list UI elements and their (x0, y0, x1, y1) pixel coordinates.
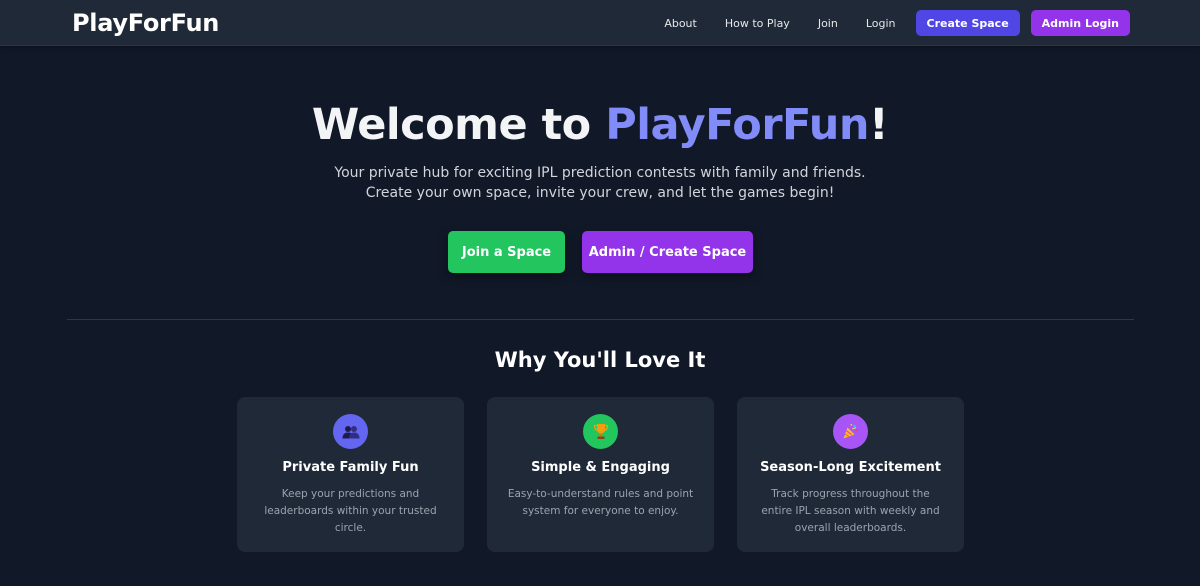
people-icon (333, 414, 368, 449)
feature-card-description: Keep your predictions and leaderboards w… (264, 488, 437, 534)
feature-card-description: Track progress throughout the entire IPL… (761, 488, 940, 534)
hero-title: Welcome to PlayForFun! (0, 100, 1200, 150)
hero-title-prefix: Welcome to (311, 100, 606, 150)
nav-link-how-to-play[interactable]: How to Play (725, 17, 790, 30)
feature-card-title: Season-Long Excitement (760, 460, 941, 475)
hero-subtitle-line-1: Your private hub for exciting IPL predic… (334, 165, 866, 181)
nav-link-about[interactable]: About (664, 17, 697, 30)
hero-title-accent: PlayForFun (605, 100, 870, 150)
feature-card-simple-engaging: Simple & Engaging Easy-to-understand rul… (487, 397, 714, 552)
hero-title-suffix: ! (869, 100, 889, 150)
hero-subtitle-line-2: Create your own space, invite your crew,… (365, 185, 835, 201)
admin-create-space-button[interactable]: Admin / Create Space (582, 231, 753, 273)
site-logo[interactable]: PlayForFun (72, 9, 219, 37)
feature-card-title: Private Family Fun (282, 460, 419, 475)
feature-card-private-family-fun: Private Family Fun Keep your predictions… (237, 397, 464, 552)
nav-link-login[interactable]: Login (866, 17, 896, 30)
feature-card-description: Easy-to-understand rules and point syste… (507, 488, 694, 517)
nav-links: About How to Play Join Login Create Spac… (664, 10, 1130, 36)
celebration-icon (833, 414, 868, 449)
feature-card-title: Simple & Engaging (531, 460, 670, 475)
features-title: Why You'll Love It (494, 348, 706, 372)
create-space-button[interactable]: Create Space (915, 10, 1020, 36)
feature-card-season-long-excitement: Season-Long Excitement Track progress th… (737, 397, 964, 552)
join-space-button[interactable]: Join a Space (448, 231, 565, 273)
nav-link-join[interactable]: Join (818, 17, 838, 30)
trophy-icon (583, 414, 618, 449)
admin-login-button[interactable]: Admin Login (1030, 10, 1130, 36)
navbar: PlayForFun About How to Play Join Login … (0, 0, 1200, 46)
section-divider (67, 319, 1134, 320)
